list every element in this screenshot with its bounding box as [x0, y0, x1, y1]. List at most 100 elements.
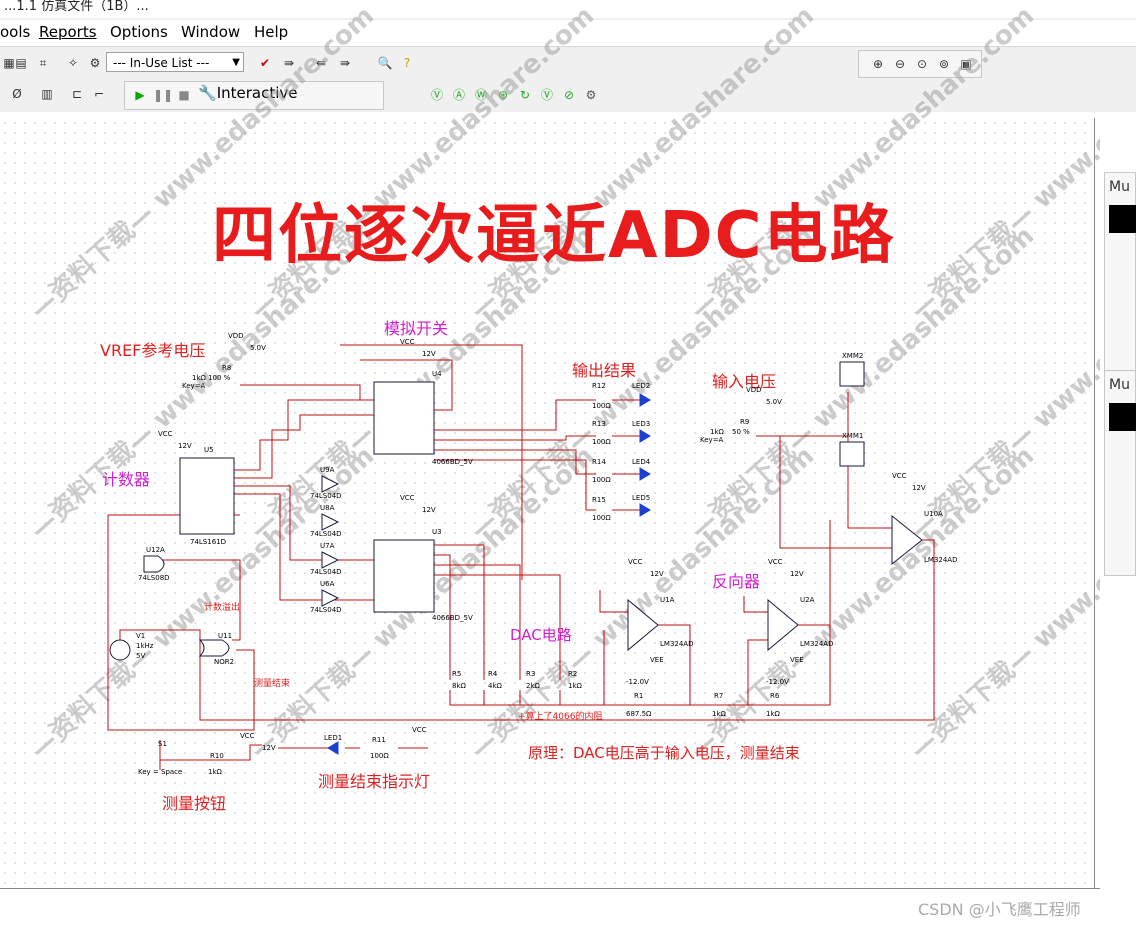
u2a-opamp[interactable] — [767, 598, 799, 652]
label-input-voltage: 输入电压 — [712, 372, 777, 391]
v12-label-2: 12V — [422, 506, 436, 514]
vcc-label-6: VCC — [768, 558, 783, 566]
r6-value: 1kΩ — [766, 710, 780, 718]
u11-part: NOR2 — [214, 658, 235, 666]
u11-label: U11 — [218, 632, 233, 640]
led3-icon — [639, 429, 651, 443]
csdn-watermark: CSDN @小飞鹰工程师 — [918, 900, 1081, 919]
s1-label: S1 — [158, 740, 167, 748]
u1a-part: LM324AD — [660, 640, 694, 648]
vcc-label-5: VCC — [628, 558, 643, 566]
label-inverter: 反向器 — [712, 572, 761, 591]
u6a-inverter[interactable] — [321, 589, 340, 607]
u10a-part: LM324AD — [924, 556, 958, 564]
r12-value: 100Ω — [592, 402, 611, 410]
u8a-inverter[interactable] — [321, 513, 340, 531]
r14-label: R14 — [592, 458, 606, 466]
led4-icon — [639, 467, 651, 481]
vee-label-2: VEE — [790, 656, 804, 664]
u7a-label: U7A — [320, 542, 335, 550]
u7a-part: 74LS04D — [310, 568, 342, 576]
v5-label-2: 5.0V — [766, 398, 782, 406]
u4-part: 4066BD_5V — [432, 458, 473, 466]
u8a-part: 74LS04D — [310, 530, 342, 538]
label-principle: 原理：DAC电压高于输入电压，测量结束 — [528, 744, 800, 762]
u11-nor-gate[interactable] — [198, 639, 230, 657]
u2a-part: LM324AD — [800, 640, 834, 648]
v12-label-4: 12V — [912, 484, 926, 492]
vee-label: VEE — [650, 656, 664, 664]
v12-label-3: 12V — [178, 442, 192, 450]
u4-label: U4 — [432, 370, 442, 378]
v5-label: 5.0V — [250, 344, 266, 352]
schematic-title: 四位逐次逼近ADC电路 — [212, 199, 896, 273]
u12a-and-gate[interactable] — [143, 555, 165, 573]
vcc-label-2: VCC — [400, 494, 415, 502]
vm12-label-2: -12.0V — [766, 678, 789, 686]
label-output-result: 输出结果 — [572, 361, 637, 380]
led2-label: LED2 — [632, 382, 651, 390]
u6a-label: U6A — [320, 580, 335, 588]
v12-label-5: 12V — [650, 570, 664, 578]
label-count-overflow: 计数溢出 — [204, 603, 241, 613]
vdd-label-2: VDD — [746, 386, 762, 394]
u1a-label: U1A — [660, 596, 675, 604]
v1-freq: 1kHz — [136, 642, 154, 650]
r12-label: R12 — [592, 382, 606, 390]
led1-label: LED1 — [324, 734, 343, 742]
key-space-label: Key = Space — [138, 768, 183, 776]
u5-part: 74LS161D — [190, 538, 227, 546]
r11-label: R11 — [372, 736, 386, 744]
r15-label: R15 — [592, 496, 606, 504]
multimeter-panel-2[interactable]: Mu — [1104, 172, 1136, 378]
r14-value: 100Ω — [592, 476, 611, 484]
r3-label: R3 — [526, 670, 536, 678]
multimeter-display — [1109, 403, 1136, 431]
r4-label: R4 — [488, 670, 498, 678]
label-measure-end-small: 测量结束 — [254, 679, 291, 689]
r9-value: 1kΩ — [710, 428, 724, 436]
xmm2-label: XMM2 — [842, 352, 864, 360]
v1-source[interactable] — [109, 639, 131, 661]
r10-label: R10 — [210, 752, 224, 760]
panel-label: Mu — [1109, 377, 1130, 393]
v12-label-7: 12V — [262, 744, 276, 752]
v12-label: 12V — [422, 350, 436, 358]
xmm1-label: XMM1 — [842, 432, 864, 440]
label-counter: 计数器 — [102, 470, 151, 489]
r8-label: R8 — [222, 364, 232, 372]
r4-value: 4kΩ — [488, 682, 502, 690]
multimeter-display — [1109, 205, 1136, 233]
label-analog-switch: 模拟开关 — [384, 319, 449, 338]
r1-label: R1 — [634, 692, 644, 700]
u4-chip[interactable] — [373, 381, 435, 455]
r7-value: 1kΩ — [712, 710, 726, 718]
multimeter-panel-1[interactable]: Mu — [1104, 370, 1136, 576]
r10-value: 1kΩ — [208, 768, 222, 776]
vdd-label: VDD — [228, 332, 244, 340]
vcc-label: VCC — [400, 338, 415, 346]
u3-part: 4066BD_5V — [432, 614, 473, 622]
r2-label: R2 — [568, 670, 578, 678]
xmm2-multimeter[interactable] — [839, 361, 865, 387]
r11-value: 100Ω — [370, 752, 389, 760]
r2-value: 1kΩ — [568, 682, 582, 690]
r13-value: 100Ω — [592, 438, 611, 446]
u9a-label: U9A — [320, 466, 335, 474]
u5-chip[interactable] — [179, 457, 235, 535]
r5-value: 8kΩ — [452, 682, 466, 690]
r5-label: R5 — [452, 670, 462, 678]
led4-label: LED4 — [632, 458, 651, 466]
label-note-4066: +算上了4066的内阻 — [518, 712, 603, 722]
led5-icon — [639, 503, 651, 517]
vcc-label-7: VCC — [240, 732, 255, 740]
u9a-part: 74LS04D — [310, 492, 342, 500]
u6a-part: 74LS04D — [310, 606, 342, 614]
u3-chip[interactable] — [373, 539, 435, 613]
u7a-inverter[interactable] — [321, 551, 340, 569]
v12-label-6: 12V — [790, 570, 804, 578]
xmm1-multimeter[interactable] — [839, 441, 865, 467]
r1-value: 687.5Ω — [626, 710, 652, 718]
key-a-label-2: Key=A — [700, 436, 724, 444]
key-a-label: Key=A — [182, 382, 206, 390]
